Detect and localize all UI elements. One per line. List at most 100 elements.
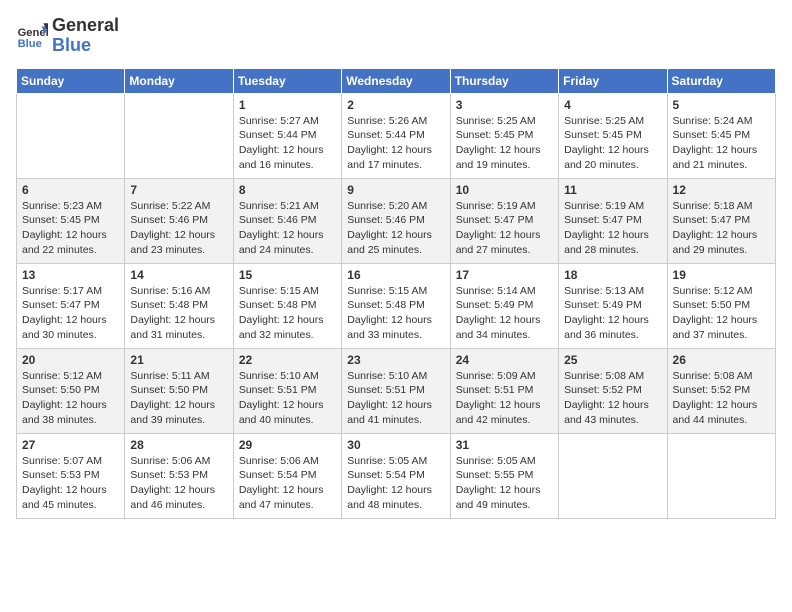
calendar-cell: 13 Sunrise: 5:17 AM Sunset: 5:47 PM Dayli… [17, 263, 125, 348]
day-of-week-header: Wednesday [342, 68, 450, 93]
day-number: 19 [673, 268, 770, 282]
day-info: Sunrise: 5:23 AM Sunset: 5:45 PM Dayligh… [22, 199, 119, 258]
calendar-header-row: SundayMondayTuesdayWednesdayThursdayFrid… [17, 68, 776, 93]
calendar-cell [559, 433, 667, 518]
day-info: Sunrise: 5:06 AM Sunset: 5:53 PM Dayligh… [130, 454, 227, 513]
day-info: Sunrise: 5:15 AM Sunset: 5:48 PM Dayligh… [239, 284, 336, 343]
day-number: 23 [347, 353, 444, 367]
day-info: Sunrise: 5:07 AM Sunset: 5:53 PM Dayligh… [22, 454, 119, 513]
day-info: Sunrise: 5:08 AM Sunset: 5:52 PM Dayligh… [564, 369, 661, 428]
day-info: Sunrise: 5:09 AM Sunset: 5:51 PM Dayligh… [456, 369, 553, 428]
calendar-week-row: 27 Sunrise: 5:07 AM Sunset: 5:53 PM Dayli… [17, 433, 776, 518]
calendar-cell: 14Sunrise: 5:16 AM Sunset: 5:48 PM Dayli… [125, 263, 233, 348]
calendar-cell: 6 Sunrise: 5:23 AM Sunset: 5:45 PM Daylig… [17, 178, 125, 263]
calendar-cell: 8 Sunrise: 5:21 AM Sunset: 5:46 PM Daylig… [233, 178, 341, 263]
day-info: Sunrise: 5:20 AM Sunset: 5:46 PM Dayligh… [347, 199, 444, 258]
calendar-cell: 29 Sunrise: 5:06 AM Sunset: 5:54 PM Dayli… [233, 433, 341, 518]
logo-icon: General Blue [16, 20, 48, 52]
calendar-cell: 15 Sunrise: 5:15 AM Sunset: 5:48 PM Dayli… [233, 263, 341, 348]
day-number: 6 [22, 183, 119, 197]
day-info: Sunrise: 5:26 AM Sunset: 5:44 PM Dayligh… [347, 114, 444, 173]
calendar-cell: 3 Sunrise: 5:25 AM Sunset: 5:45 PM Daylig… [450, 93, 558, 178]
day-number: 17 [456, 268, 553, 282]
day-number: 20 [22, 353, 119, 367]
day-info: Sunrise: 5:22 AM Sunset: 5:46 PM Dayligh… [130, 199, 227, 258]
calendar-cell: 12 Sunrise: 5:18 AM Sunset: 5:47 PM Dayli… [667, 178, 775, 263]
calendar-cell: 2Sunrise: 5:26 AM Sunset: 5:44 PM Daylig… [342, 93, 450, 178]
calendar-cell: 18 Sunrise: 5:13 AM Sunset: 5:49 PM Dayli… [559, 263, 667, 348]
logo: General Blue General Blue [16, 16, 119, 56]
day-info: Sunrise: 5:05 AM Sunset: 5:55 PM Dayligh… [456, 454, 553, 513]
day-number: 21 [130, 353, 227, 367]
day-info: Sunrise: 5:25 AM Sunset: 5:45 PM Dayligh… [564, 114, 661, 173]
calendar-cell [17, 93, 125, 178]
day-number: 11 [564, 183, 661, 197]
day-number: 4 [564, 98, 661, 112]
calendar-cell: 28 Sunrise: 5:06 AM Sunset: 5:53 PM Dayli… [125, 433, 233, 518]
day-number: 25 [564, 353, 661, 367]
calendar-cell: 10Sunrise: 5:19 AM Sunset: 5:47 PM Dayli… [450, 178, 558, 263]
day-info: Sunrise: 5:12 AM Sunset: 5:50 PM Dayligh… [673, 284, 770, 343]
calendar-cell: 31 Sunrise: 5:05 AM Sunset: 5:55 PM Dayli… [450, 433, 558, 518]
calendar-cell: 1 Sunrise: 5:27 AM Sunset: 5:44 PM Daylig… [233, 93, 341, 178]
day-info: Sunrise: 5:11 AM Sunset: 5:50 PM Dayligh… [130, 369, 227, 428]
day-of-week-header: Tuesday [233, 68, 341, 93]
logo-text-general: General [52, 16, 119, 36]
day-of-week-header: Monday [125, 68, 233, 93]
calendar-table: SundayMondayTuesdayWednesdayThursdayFrid… [16, 68, 776, 519]
day-info: Sunrise: 5:14 AM Sunset: 5:49 PM Dayligh… [456, 284, 553, 343]
day-number: 12 [673, 183, 770, 197]
day-info: Sunrise: 5:21 AM Sunset: 5:46 PM Dayligh… [239, 199, 336, 258]
day-number: 31 [456, 438, 553, 452]
calendar-week-row: 13 Sunrise: 5:17 AM Sunset: 5:47 PM Dayli… [17, 263, 776, 348]
calendar-week-row: 1 Sunrise: 5:27 AM Sunset: 5:44 PM Daylig… [17, 93, 776, 178]
calendar-cell: 9Sunrise: 5:20 AM Sunset: 5:46 PM Daylig… [342, 178, 450, 263]
day-number: 18 [564, 268, 661, 282]
day-info: Sunrise: 5:05 AM Sunset: 5:54 PM Dayligh… [347, 454, 444, 513]
day-info: Sunrise: 5:08 AM Sunset: 5:52 PM Dayligh… [673, 369, 770, 428]
day-info: Sunrise: 5:19 AM Sunset: 5:47 PM Dayligh… [564, 199, 661, 258]
calendar-cell: 4 Sunrise: 5:25 AM Sunset: 5:45 PM Daylig… [559, 93, 667, 178]
day-number: 30 [347, 438, 444, 452]
day-number: 15 [239, 268, 336, 282]
day-number: 22 [239, 353, 336, 367]
day-info: Sunrise: 5:15 AM Sunset: 5:48 PM Dayligh… [347, 284, 444, 343]
day-of-week-header: Friday [559, 68, 667, 93]
calendar-cell: 19 Sunrise: 5:12 AM Sunset: 5:50 PM Dayli… [667, 263, 775, 348]
calendar-cell [667, 433, 775, 518]
calendar-cell: 5 Sunrise: 5:24 AM Sunset: 5:45 PM Daylig… [667, 93, 775, 178]
svg-text:Blue: Blue [18, 38, 42, 50]
day-number: 28 [130, 438, 227, 452]
calendar-week-row: 20 Sunrise: 5:12 AM Sunset: 5:50 PM Dayli… [17, 348, 776, 433]
day-info: Sunrise: 5:13 AM Sunset: 5:49 PM Dayligh… [564, 284, 661, 343]
day-number: 16 [347, 268, 444, 282]
calendar-week-row: 6 Sunrise: 5:23 AM Sunset: 5:45 PM Daylig… [17, 178, 776, 263]
day-info: Sunrise: 5:12 AM Sunset: 5:50 PM Dayligh… [22, 369, 119, 428]
day-number: 13 [22, 268, 119, 282]
calendar-cell: 17 Sunrise: 5:14 AM Sunset: 5:49 PM Dayli… [450, 263, 558, 348]
day-info: Sunrise: 5:25 AM Sunset: 5:45 PM Dayligh… [456, 114, 553, 173]
calendar-cell: 25 Sunrise: 5:08 AM Sunset: 5:52 PM Dayli… [559, 348, 667, 433]
day-number: 26 [673, 353, 770, 367]
calendar-cell [125, 93, 233, 178]
day-info: Sunrise: 5:18 AM Sunset: 5:47 PM Dayligh… [673, 199, 770, 258]
day-number: 29 [239, 438, 336, 452]
calendar-cell: 23 Sunrise: 5:10 AM Sunset: 5:51 PM Dayli… [342, 348, 450, 433]
calendar-cell: 7Sunrise: 5:22 AM Sunset: 5:46 PM Daylig… [125, 178, 233, 263]
day-number: 8 [239, 183, 336, 197]
day-info: Sunrise: 5:10 AM Sunset: 5:51 PM Dayligh… [347, 369, 444, 428]
day-number: 14 [130, 268, 227, 282]
calendar-cell: 21 Sunrise: 5:11 AM Sunset: 5:50 PM Dayli… [125, 348, 233, 433]
day-info: Sunrise: 5:10 AM Sunset: 5:51 PM Dayligh… [239, 369, 336, 428]
day-info: Sunrise: 5:17 AM Sunset: 5:47 PM Dayligh… [22, 284, 119, 343]
day-info: Sunrise: 5:24 AM Sunset: 5:45 PM Dayligh… [673, 114, 770, 173]
day-number: 3 [456, 98, 553, 112]
day-of-week-header: Sunday [17, 68, 125, 93]
calendar-cell: 11 Sunrise: 5:19 AM Sunset: 5:47 PM Dayli… [559, 178, 667, 263]
day-number: 27 [22, 438, 119, 452]
day-number: 5 [673, 98, 770, 112]
day-info: Sunrise: 5:27 AM Sunset: 5:44 PM Dayligh… [239, 114, 336, 173]
day-number: 1 [239, 98, 336, 112]
calendar-cell: 27 Sunrise: 5:07 AM Sunset: 5:53 PM Dayli… [17, 433, 125, 518]
day-info: Sunrise: 5:06 AM Sunset: 5:54 PM Dayligh… [239, 454, 336, 513]
